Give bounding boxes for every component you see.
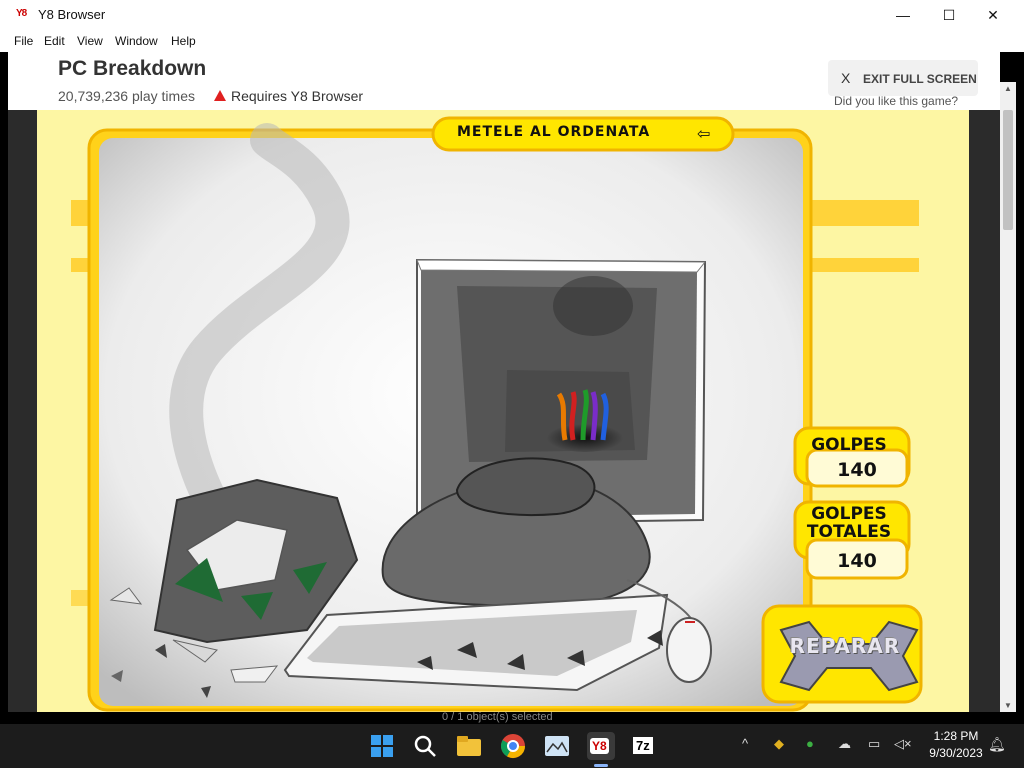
rating-prompt: Did you like this game? — [834, 94, 959, 108]
game-banner-text: METELE AL ORDENATA — [457, 124, 651, 140]
security-icon[interactable]: ◆ — [774, 736, 784, 752]
minimize-button[interactable]: — — [880, 0, 926, 30]
scroll-down-icon[interactable]: ▼ — [1000, 701, 1016, 710]
menu-help[interactable]: Help — [171, 34, 196, 48]
scroll-up-icon[interactable]: ▲ — [1000, 84, 1016, 93]
exit-full-screen-button[interactable]: X EXIT FULL SCREEN — [828, 60, 978, 96]
active-app-indicator — [594, 764, 608, 767]
game-header: PC Breakdown 20,739,236 play times Requi… — [8, 52, 1000, 110]
notifications-bell-icon[interactable]: 🔔︎ — [988, 736, 1006, 753]
7zip-icon[interactable]: 7z — [631, 732, 659, 760]
search-icon[interactable] — [411, 732, 439, 760]
7zip-label: 7z — [633, 737, 653, 754]
torrent-icon[interactable]: ● — [806, 736, 814, 751]
windows-start-icon[interactable] — [368, 732, 396, 760]
game-scene — [71, 116, 923, 712]
golpes-totales-value: 140 — [837, 550, 877, 572]
title-bar: Y8 Y8 Browser — ☐ ✕ — [0, 0, 1024, 30]
menu-view[interactable]: View — [77, 34, 103, 48]
play-count: 20,739,236 play times — [58, 88, 195, 104]
browser-page: PC Breakdown 20,739,236 play times Requi… — [8, 52, 1000, 712]
y8-logo-icon: Y8 — [16, 8, 27, 19]
volume-muted-icon[interactable]: ◁× — [894, 736, 912, 752]
cloud-icon[interactable]: ☁ — [838, 736, 851, 752]
status-bar: 0 / 1 object(s) selected — [0, 711, 1024, 724]
back-arrow-icon[interactable]: ⇦ — [697, 124, 710, 144]
window-title: Y8 Browser — [38, 7, 106, 22]
game-canvas[interactable]: METELE AL ORDENATA ⇦ GOLPES 140 GOLPES T… — [37, 110, 969, 712]
game-title: PC Breakdown — [58, 57, 207, 80]
photos-icon[interactable] — [543, 732, 571, 760]
golpes-label: GOLPES — [811, 435, 887, 455]
clock-date: 9/30/2023 — [929, 746, 983, 760]
network-icon[interactable]: ▭ — [868, 736, 880, 752]
maximize-button[interactable]: ☐ — [926, 0, 972, 30]
system-clock[interactable]: 1:28 PM 9/30/2023 — [924, 728, 988, 762]
status-text: 0 / 1 object(s) selected — [442, 711, 553, 723]
y8-browser-icon[interactable]: Y8 — [587, 732, 615, 760]
menu-edit[interactable]: Edit — [44, 34, 65, 48]
menu-window[interactable]: Window — [115, 34, 158, 48]
close-x-icon: X — [841, 70, 851, 86]
menu-bar: File Edit View Window Help — [0, 30, 1024, 52]
y8-taskbar-label: Y8 — [590, 738, 609, 754]
requires-notice[interactable]: Requires Y8 Browser — [231, 88, 363, 104]
warning-icon — [214, 90, 226, 101]
exit-full-screen-label: EXIT FULL SCREEN — [863, 72, 977, 86]
chrome-icon[interactable] — [499, 732, 527, 760]
menu-file[interactable]: File — [14, 34, 33, 48]
reparar-button[interactable]: REPARAR — [785, 634, 905, 658]
close-button[interactable]: ✕ — [970, 0, 1016, 30]
clock-time: 1:28 PM — [933, 729, 979, 743]
file-explorer-icon[interactable] — [455, 732, 483, 760]
taskbar: Y8 7z ^ ◆ ● ☁ ▭ ◁× 1:28 PM 9/30/2023 🔔︎ — [0, 724, 1024, 768]
scrollbar-thumb[interactable] — [1003, 110, 1013, 230]
golpes-totales-label: GOLPES TOTALES — [806, 504, 892, 542]
chevron-up-icon[interactable]: ^ — [742, 736, 748, 751]
page-scrollbar[interactable]: ▲ ▼ — [1000, 82, 1016, 712]
golpes-value: 140 — [837, 459, 877, 481]
